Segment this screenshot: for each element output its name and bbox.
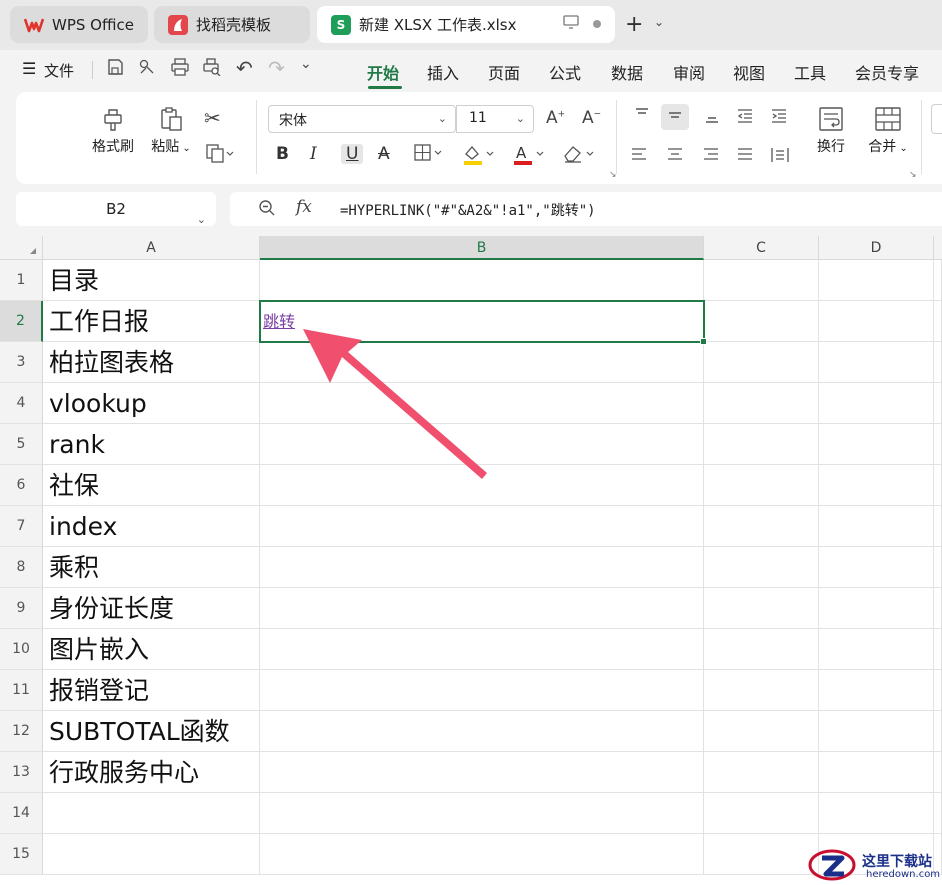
chevron-down-icon: ⌄ [196, 213, 206, 226]
tab-bar: WPS Office 找稻壳模板 S 新建 XLSX 工作表.xlsx + ⌄ [0, 0, 942, 50]
menu-bar: ☰ 文件 ↶ ↷ ⌄ 开始 插入 页面 公式 数据 审阅 视图 工具 会员专享 [0, 50, 942, 90]
tab-label: 新建 XLSX 工作表.xlsx [359, 16, 517, 34]
new-tab-plus-icon[interactable]: + [625, 12, 643, 37]
name-box-value: B2 [106, 200, 126, 218]
align-middle-icon[interactable] [661, 104, 689, 130]
strikethrough-icon[interactable]: A [378, 144, 390, 164]
merge-cells-label: 合并 [868, 139, 897, 155]
bold-icon[interactable]: B [276, 144, 289, 164]
font-size-value: 11 [469, 110, 487, 126]
font-color-icon[interactable]: A [512, 144, 546, 171]
chevron-down-icon: ⌄ [437, 112, 447, 125]
format-painter-label: 格式刷 [92, 139, 134, 155]
format-painter-button[interactable]: 格式刷 [88, 106, 138, 156]
menu-tab-member[interactable]: 会员专享 [855, 60, 919, 84]
heredown-logo-icon [808, 849, 856, 881]
print-preview-icon[interactable] [202, 58, 222, 81]
borders-icon[interactable] [414, 144, 444, 167]
unsaved-dot-icon[interactable] [593, 20, 601, 28]
print-icon[interactable] [170, 58, 190, 81]
formula-input[interactable]: =HYPERLINK("#"&A2&"!a1","跳转") [340, 200, 596, 220]
merge-cells-icon [860, 106, 916, 136]
monitor-icon[interactable] [563, 15, 579, 33]
decrease-indent-icon[interactable] [736, 108, 754, 128]
tab-label: 找稻壳模板 [196, 16, 272, 34]
tab-active-workbook[interactable]: S 新建 XLSX 工作表.xlsx [317, 6, 615, 43]
align-top-icon[interactable] [634, 106, 650, 126]
paste-label: 粘贴 [151, 139, 180, 155]
formula-bar[interactable]: fx =HYPERLINK("#"&A2&"!a1","跳转") [230, 192, 942, 226]
watermark: 这里下载站 heredown.com [808, 848, 942, 885]
increase-indent-icon[interactable] [770, 108, 788, 128]
pen-tool-icon[interactable] [138, 58, 156, 81]
tab-label: WPS Office [52, 15, 134, 34]
divider [921, 100, 922, 174]
menu-tab-insert[interactable]: 插入 [427, 60, 459, 84]
copy-icon[interactable] [206, 144, 236, 168]
divider [256, 100, 257, 174]
scissors-icon[interactable]: ✂ [204, 106, 221, 130]
wrap-text-label: 换行 [817, 139, 845, 155]
file-menu[interactable]: 文件 [44, 60, 74, 81]
font-size-select[interactable]: 11 ⌄ [456, 105, 534, 133]
clipboard-icon [146, 106, 196, 136]
merge-cells-button[interactable]: 合并 ⌄ [860, 106, 916, 156]
divider [92, 61, 93, 79]
underline-icon[interactable]: U [341, 144, 364, 164]
font-name-value: 宋体 [279, 113, 307, 129]
align-center-icon[interactable] [666, 146, 684, 166]
wrap-text-icon [808, 106, 854, 136]
watermark-url: heredown.com [866, 869, 941, 880]
distributed-align-icon[interactable] [770, 146, 790, 168]
fx-icon[interactable]: fx [296, 197, 312, 217]
tab-wps-office[interactable]: WPS Office [10, 6, 148, 43]
decrease-font-icon[interactable]: A− [582, 108, 601, 128]
redo-icon[interactable]: ↷ [268, 56, 285, 80]
svg-text:A: A [516, 144, 527, 162]
divider [616, 100, 617, 174]
hamburger-menu-icon[interactable]: ☰ [22, 59, 36, 78]
align-bottom-icon[interactable] [704, 108, 720, 128]
number-format-select[interactable] [931, 104, 942, 134]
menu-tab-formulas[interactable]: 公式 [549, 60, 581, 84]
menu-tab-review[interactable]: 审阅 [673, 60, 705, 84]
watermark-title: 这里下载站 [862, 854, 932, 870]
font-name-select[interactable]: 宋体 ⌄ [268, 105, 456, 133]
tab-docer-templates[interactable]: 找稻壳模板 [154, 6, 310, 43]
brush-icon [88, 106, 138, 136]
spreadsheet-s-icon: S [331, 14, 351, 35]
justify-icon[interactable] [736, 146, 754, 166]
chevron-down-icon[interactable]: ⌄ [654, 15, 664, 29]
menu-tab-tools[interactable]: 工具 [794, 60, 826, 84]
name-box[interactable]: B2 ⌄ [16, 192, 216, 226]
chevron-down-icon: ⌄ [515, 112, 525, 125]
wps-logo-icon [24, 15, 44, 35]
save-icon[interactable] [106, 58, 124, 81]
fill-color-icon[interactable] [462, 144, 496, 171]
dialog-launcher-icon[interactable]: ↘ [909, 170, 917, 180]
chevron-down-icon: ⌄ [896, 143, 908, 154]
menu-tab-page[interactable]: 页面 [488, 60, 520, 84]
active-tab-indicator [368, 86, 402, 89]
menu-tab-home[interactable]: 开始 [367, 60, 399, 84]
zoom-search-icon[interactable] [258, 199, 276, 221]
clear-format-icon[interactable] [562, 144, 596, 169]
italic-icon[interactable]: I [310, 144, 317, 164]
docer-icon [168, 14, 188, 35]
menu-tab-data[interactable]: 数据 [611, 60, 643, 84]
spreadsheet-grid: A B C D 1 目录 2 工作日报 跳转 3 柏拉图表格 4 vlookup 5 rank 6 社保… [0, 236, 942, 885]
align-right-icon[interactable] [702, 146, 720, 166]
dialog-launcher-icon[interactable]: ↘ [609, 170, 617, 180]
ribbon-toolbar: 格式刷 粘贴 ⌄ ✂ 宋体 ⌄ 11 ⌄ A+ A− B I U A A 换行 … [16, 92, 942, 184]
chevron-down-icon: ⌄ [179, 143, 191, 154]
menu-tab-view[interactable]: 视图 [733, 60, 765, 84]
quick-access-more-icon[interactable]: ⌄ [300, 56, 312, 72]
undo-icon[interactable]: ↶ [236, 56, 253, 80]
annotation-arrow [303, 329, 487, 479]
increase-font-icon[interactable]: A+ [546, 108, 565, 128]
wrap-text-button[interactable]: 换行 [808, 106, 854, 156]
paste-button[interactable]: 粘贴 ⌄ [146, 106, 196, 156]
align-left-icon[interactable] [630, 146, 648, 166]
